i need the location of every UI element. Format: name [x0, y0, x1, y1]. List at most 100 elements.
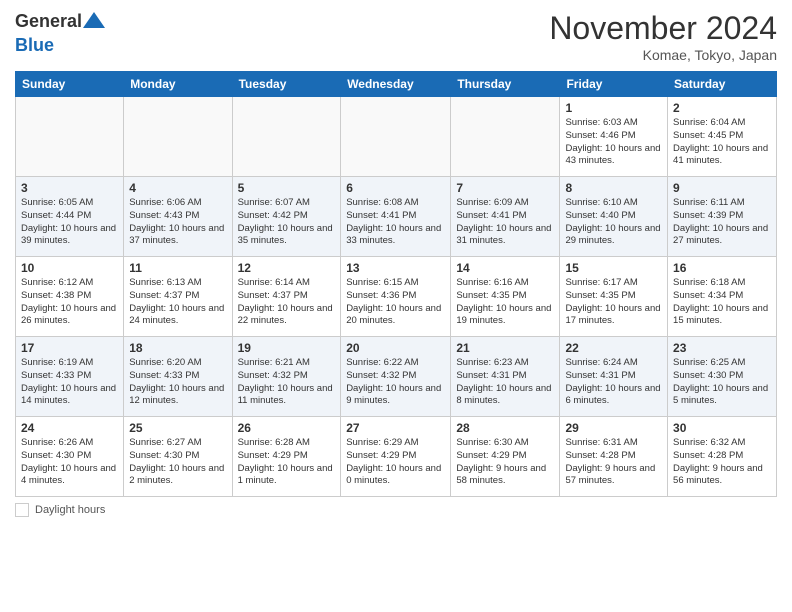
day-info: Sunrise: 6:10 AM Sunset: 4:40 PM Dayligh…	[565, 197, 662, 248]
calendar-cell-4-2: 18 Sunrise: 6:20 AM Sunset: 4:33 PM Dayli…	[124, 337, 232, 417]
day-info: Sunrise: 6:32 AM Sunset: 4:28 PM Dayligh…	[673, 437, 771, 488]
month-title: November 2024	[549, 10, 777, 47]
day-info: Sunrise: 6:30 AM Sunset: 4:29 PM Dayligh…	[456, 437, 554, 488]
day-number: 5	[238, 181, 336, 195]
day-info: Sunrise: 6:29 AM Sunset: 4:29 PM Dayligh…	[346, 437, 445, 488]
calendar-week-5: 24 Sunrise: 6:26 AM Sunset: 4:30 PM Dayli…	[16, 417, 777, 497]
day-number: 1	[565, 101, 662, 115]
day-info: Sunrise: 6:21 AM Sunset: 4:32 PM Dayligh…	[238, 357, 336, 408]
day-info: Sunrise: 6:16 AM Sunset: 4:35 PM Dayligh…	[456, 277, 554, 328]
day-number: 9	[673, 181, 771, 195]
day-info: Sunrise: 6:27 AM Sunset: 4:30 PM Dayligh…	[129, 437, 226, 488]
calendar-cell-3-6: 15 Sunrise: 6:17 AM Sunset: 4:35 PM Dayli…	[560, 257, 668, 337]
calendar-cell-4-7: 23 Sunrise: 6:25 AM Sunset: 4:30 PM Dayli…	[668, 337, 777, 417]
calendar-cell-3-2: 11 Sunrise: 6:13 AM Sunset: 4:37 PM Dayli…	[124, 257, 232, 337]
day-info: Sunrise: 6:09 AM Sunset: 4:41 PM Dayligh…	[456, 197, 554, 248]
calendar-cell-3-3: 12 Sunrise: 6:14 AM Sunset: 4:37 PM Dayli…	[232, 257, 341, 337]
day-number: 27	[346, 421, 445, 435]
location-subtitle: Komae, Tokyo, Japan	[549, 47, 777, 63]
calendar-cell-5-3: 26Sunrise: 6:28 AM Sunset: 4:29 PM Dayli…	[232, 417, 341, 497]
day-info: Sunrise: 6:22 AM Sunset: 4:32 PM Dayligh…	[346, 357, 445, 408]
logo: General Blue	[15, 10, 106, 56]
day-info: Sunrise: 6:17 AM Sunset: 4:35 PM Dayligh…	[565, 277, 662, 328]
day-number: 28	[456, 421, 554, 435]
day-info: Sunrise: 6:06 AM Sunset: 4:43 PM Dayligh…	[129, 197, 226, 248]
day-number: 16	[673, 261, 771, 275]
day-info: Sunrise: 6:14 AM Sunset: 4:37 PM Dayligh…	[238, 277, 336, 328]
day-number: 22	[565, 341, 662, 355]
day-number: 6	[346, 181, 445, 195]
day-number: 23	[673, 341, 771, 355]
calendar-cell-1-1	[16, 97, 124, 177]
calendar-cell-2-7: 9 Sunrise: 6:11 AM Sunset: 4:39 PM Daylig…	[668, 177, 777, 257]
day-info: Sunrise: 6:15 AM Sunset: 4:36 PM Dayligh…	[346, 277, 445, 328]
day-info: Sunrise: 6:25 AM Sunset: 4:30 PM Dayligh…	[673, 357, 771, 408]
day-number: 25	[129, 421, 226, 435]
logo-blue-text: Blue	[15, 35, 54, 55]
day-info: Sunrise: 6:11 AM Sunset: 4:39 PM Dayligh…	[673, 197, 771, 248]
header: General Blue November 2024 Komae, Tokyo,…	[15, 10, 777, 63]
footer-label: Daylight hours	[35, 504, 105, 516]
day-info: Sunrise: 6:31 AM Sunset: 4:28 PM Dayligh…	[565, 437, 662, 488]
calendar-cell-3-4: 13Sunrise: 6:15 AM Sunset: 4:36 PM Dayli…	[341, 257, 451, 337]
header-thursday: Thursday	[451, 72, 560, 97]
page: General Blue November 2024 Komae, Tokyo,…	[0, 0, 792, 612]
footer-box-icon	[15, 503, 29, 517]
calendar-cell-1-4	[341, 97, 451, 177]
calendar-cell-2-1: 3Sunrise: 6:05 AM Sunset: 4:44 PM Daylig…	[16, 177, 124, 257]
day-number: 20	[346, 341, 445, 355]
calendar-cell-3-7: 16 Sunrise: 6:18 AM Sunset: 4:34 PM Dayli…	[668, 257, 777, 337]
header-monday: Monday	[124, 72, 232, 97]
day-number: 30	[673, 421, 771, 435]
header-wednesday: Wednesday	[341, 72, 451, 97]
calendar-cell-5-5: 28 Sunrise: 6:30 AM Sunset: 4:29 PM Dayli…	[451, 417, 560, 497]
calendar-cell-3-5: 14 Sunrise: 6:16 AM Sunset: 4:35 PM Dayli…	[451, 257, 560, 337]
day-info: Sunrise: 6:26 AM Sunset: 4:30 PM Dayligh…	[21, 437, 118, 488]
calendar-cell-4-6: 22Sunrise: 6:24 AM Sunset: 4:31 PM Dayli…	[560, 337, 668, 417]
day-number: 10	[21, 261, 118, 275]
day-info: Sunrise: 6:18 AM Sunset: 4:34 PM Dayligh…	[673, 277, 771, 328]
day-number: 18	[129, 341, 226, 355]
day-info: Sunrise: 6:03 AM Sunset: 4:46 PM Dayligh…	[565, 117, 662, 168]
calendar-cell-1-7: 2 Sunrise: 6:04 AM Sunset: 4:45 PM Daylig…	[668, 97, 777, 177]
logo-general-text: General	[15, 11, 82, 31]
day-number: 24	[21, 421, 118, 435]
header-sunday: Sunday	[16, 72, 124, 97]
day-number: 2	[673, 101, 771, 115]
calendar-week-2: 3Sunrise: 6:05 AM Sunset: 4:44 PM Daylig…	[16, 177, 777, 257]
day-number: 21	[456, 341, 554, 355]
calendar-cell-1-5	[451, 97, 560, 177]
calendar-cell-2-2: 4Sunrise: 6:06 AM Sunset: 4:43 PM Daylig…	[124, 177, 232, 257]
calendar-cell-5-6: 29 Sunrise: 6:31 AM Sunset: 4:28 PM Dayli…	[560, 417, 668, 497]
day-number: 29	[565, 421, 662, 435]
calendar-cell-1-2	[124, 97, 232, 177]
header-row: Sunday Monday Tuesday Wednesday Thursday…	[16, 72, 777, 97]
calendar-cell-5-2: 25 Sunrise: 6:27 AM Sunset: 4:30 PM Dayli…	[124, 417, 232, 497]
day-info: Sunrise: 6:23 AM Sunset: 4:31 PM Dayligh…	[456, 357, 554, 408]
day-info: Sunrise: 6:19 AM Sunset: 4:33 PM Dayligh…	[21, 357, 118, 408]
day-number: 3	[21, 181, 118, 195]
day-number: 12	[238, 261, 336, 275]
calendar-cell-5-1: 24 Sunrise: 6:26 AM Sunset: 4:30 PM Dayli…	[16, 417, 124, 497]
day-number: 26	[238, 421, 336, 435]
day-number: 19	[238, 341, 336, 355]
calendar-cell-4-4: 20 Sunrise: 6:22 AM Sunset: 4:32 PM Dayli…	[341, 337, 451, 417]
title-area: November 2024 Komae, Tokyo, Japan	[549, 10, 777, 63]
calendar-cell-2-4: 6Sunrise: 6:08 AM Sunset: 4:41 PM Daylig…	[341, 177, 451, 257]
day-number: 11	[129, 261, 226, 275]
day-info: Sunrise: 6:12 AM Sunset: 4:38 PM Dayligh…	[21, 277, 118, 328]
day-info: Sunrise: 6:20 AM Sunset: 4:33 PM Dayligh…	[129, 357, 226, 408]
footer: Daylight hours	[15, 503, 777, 517]
calendar-week-4: 17Sunrise: 6:19 AM Sunset: 4:33 PM Dayli…	[16, 337, 777, 417]
day-info: Sunrise: 6:13 AM Sunset: 4:37 PM Dayligh…	[129, 277, 226, 328]
calendar-cell-3-1: 10 Sunrise: 6:12 AM Sunset: 4:38 PM Dayli…	[16, 257, 124, 337]
day-number: 14	[456, 261, 554, 275]
day-info: Sunrise: 6:04 AM Sunset: 4:45 PM Dayligh…	[673, 117, 771, 168]
calendar-cell-4-5: 21 Sunrise: 6:23 AM Sunset: 4:31 PM Dayli…	[451, 337, 560, 417]
calendar-table: Sunday Monday Tuesday Wednesday Thursday…	[15, 71, 777, 497]
day-number: 15	[565, 261, 662, 275]
calendar-cell-4-1: 17Sunrise: 6:19 AM Sunset: 4:33 PM Dayli…	[16, 337, 124, 417]
calendar-cell-4-3: 19 Sunrise: 6:21 AM Sunset: 4:32 PM Dayli…	[232, 337, 341, 417]
calendar-cell-2-5: 7Sunrise: 6:09 AM Sunset: 4:41 PM Daylig…	[451, 177, 560, 257]
logo-icon	[83, 10, 105, 35]
